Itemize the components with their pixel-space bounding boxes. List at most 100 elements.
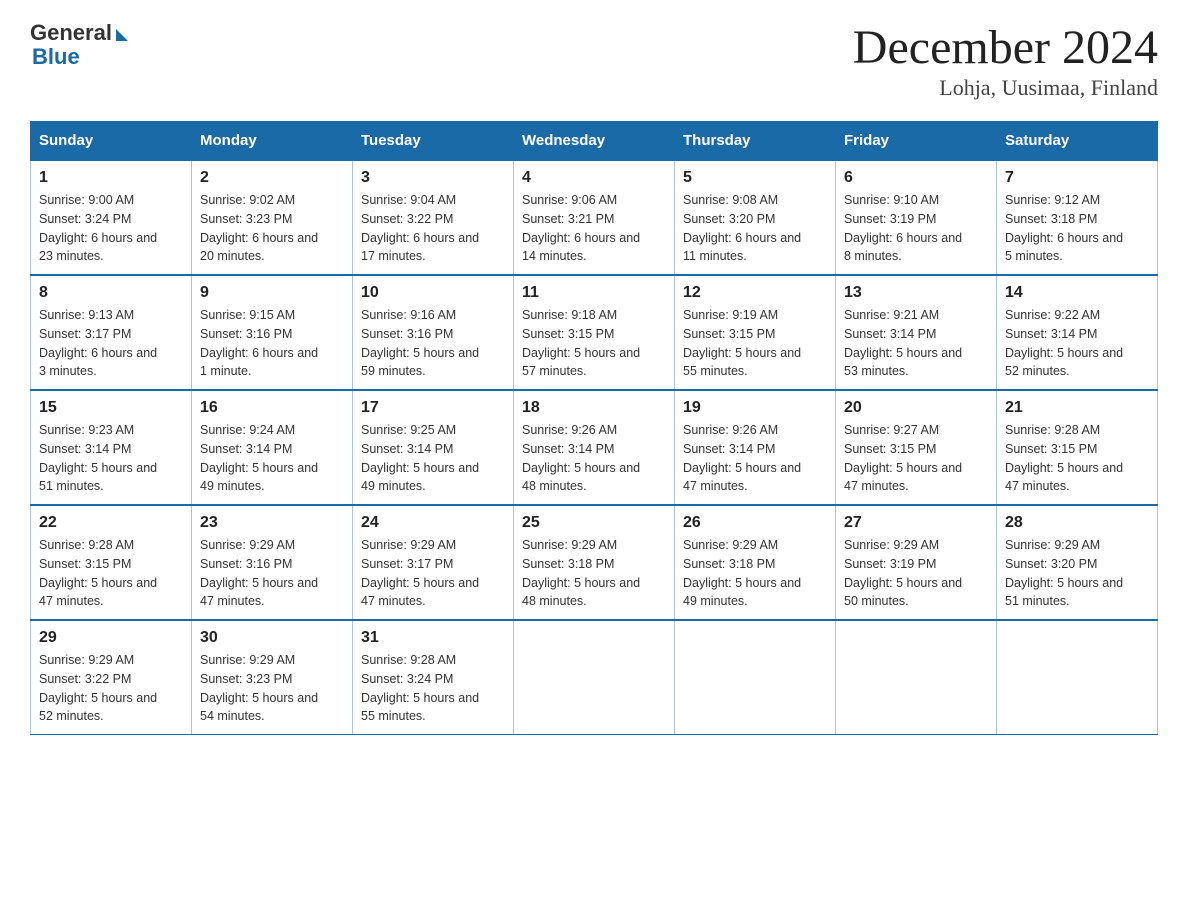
table-row: 26 Sunrise: 9:29 AM Sunset: 3:18 PM Dayl…	[675, 505, 836, 620]
day-detail: Sunrise: 9:19 AM Sunset: 3:15 PM Dayligh…	[683, 306, 827, 381]
col-sunday: Sunday	[31, 122, 192, 161]
day-number: 11	[522, 284, 666, 302]
day-number: 29	[39, 629, 183, 647]
table-row: 10 Sunrise: 9:16 AM Sunset: 3:16 PM Dayl…	[353, 275, 514, 390]
col-tuesday: Tuesday	[353, 122, 514, 161]
day-detail: Sunrise: 9:18 AM Sunset: 3:15 PM Dayligh…	[522, 306, 666, 381]
logo-arrow-icon	[116, 29, 128, 41]
table-row: 4 Sunrise: 9:06 AM Sunset: 3:21 PM Dayli…	[514, 160, 675, 275]
calendar-title: December 2024	[853, 20, 1158, 75]
day-detail: Sunrise: 9:02 AM Sunset: 3:23 PM Dayligh…	[200, 191, 344, 266]
day-detail: Sunrise: 9:27 AM Sunset: 3:15 PM Dayligh…	[844, 421, 988, 496]
day-detail: Sunrise: 9:29 AM Sunset: 3:23 PM Dayligh…	[200, 651, 344, 726]
day-number: 25	[522, 514, 666, 532]
day-number: 30	[200, 629, 344, 647]
day-detail: Sunrise: 9:26 AM Sunset: 3:14 PM Dayligh…	[522, 421, 666, 496]
day-detail: Sunrise: 9:06 AM Sunset: 3:21 PM Dayligh…	[522, 191, 666, 266]
col-friday: Friday	[836, 122, 997, 161]
col-monday: Monday	[192, 122, 353, 161]
day-number: 4	[522, 169, 666, 187]
day-number: 20	[844, 399, 988, 417]
col-saturday: Saturday	[997, 122, 1158, 161]
table-row: 18 Sunrise: 9:26 AM Sunset: 3:14 PM Dayl…	[514, 390, 675, 505]
table-row: 5 Sunrise: 9:08 AM Sunset: 3:20 PM Dayli…	[675, 160, 836, 275]
day-detail: Sunrise: 9:29 AM Sunset: 3:16 PM Dayligh…	[200, 536, 344, 611]
table-row	[675, 620, 836, 735]
day-detail: Sunrise: 9:29 AM Sunset: 3:17 PM Dayligh…	[361, 536, 505, 611]
logo: General Blue	[30, 20, 128, 70]
day-detail: Sunrise: 9:13 AM Sunset: 3:17 PM Dayligh…	[39, 306, 183, 381]
calendar-table: Sunday Monday Tuesday Wednesday Thursday…	[30, 121, 1158, 735]
table-row: 25 Sunrise: 9:29 AM Sunset: 3:18 PM Dayl…	[514, 505, 675, 620]
day-number: 13	[844, 284, 988, 302]
day-number: 19	[683, 399, 827, 417]
day-detail: Sunrise: 9:10 AM Sunset: 3:19 PM Dayligh…	[844, 191, 988, 266]
week-row-3: 15 Sunrise: 9:23 AM Sunset: 3:14 PM Dayl…	[31, 390, 1158, 505]
table-row: 22 Sunrise: 9:28 AM Sunset: 3:15 PM Dayl…	[31, 505, 192, 620]
table-row: 7 Sunrise: 9:12 AM Sunset: 3:18 PM Dayli…	[997, 160, 1158, 275]
day-number: 3	[361, 169, 505, 187]
day-detail: Sunrise: 9:29 AM Sunset: 3:19 PM Dayligh…	[844, 536, 988, 611]
day-number: 7	[1005, 169, 1149, 187]
day-number: 10	[361, 284, 505, 302]
table-row: 16 Sunrise: 9:24 AM Sunset: 3:14 PM Dayl…	[192, 390, 353, 505]
table-row: 29 Sunrise: 9:29 AM Sunset: 3:22 PM Dayl…	[31, 620, 192, 735]
day-detail: Sunrise: 9:23 AM Sunset: 3:14 PM Dayligh…	[39, 421, 183, 496]
week-row-1: 1 Sunrise: 9:00 AM Sunset: 3:24 PM Dayli…	[31, 160, 1158, 275]
week-row-4: 22 Sunrise: 9:28 AM Sunset: 3:15 PM Dayl…	[31, 505, 1158, 620]
table-row: 30 Sunrise: 9:29 AM Sunset: 3:23 PM Dayl…	[192, 620, 353, 735]
day-number: 24	[361, 514, 505, 532]
table-row	[997, 620, 1158, 735]
day-detail: Sunrise: 9:28 AM Sunset: 3:15 PM Dayligh…	[1005, 421, 1149, 496]
table-row: 6 Sunrise: 9:10 AM Sunset: 3:19 PM Dayli…	[836, 160, 997, 275]
week-row-5: 29 Sunrise: 9:29 AM Sunset: 3:22 PM Dayl…	[31, 620, 1158, 735]
day-detail: Sunrise: 9:25 AM Sunset: 3:14 PM Dayligh…	[361, 421, 505, 496]
table-row: 8 Sunrise: 9:13 AM Sunset: 3:17 PM Dayli…	[31, 275, 192, 390]
day-number: 8	[39, 284, 183, 302]
table-row	[514, 620, 675, 735]
table-row: 21 Sunrise: 9:28 AM Sunset: 3:15 PM Dayl…	[997, 390, 1158, 505]
table-row: 9 Sunrise: 9:15 AM Sunset: 3:16 PM Dayli…	[192, 275, 353, 390]
table-row: 24 Sunrise: 9:29 AM Sunset: 3:17 PM Dayl…	[353, 505, 514, 620]
day-number: 26	[683, 514, 827, 532]
table-row: 28 Sunrise: 9:29 AM Sunset: 3:20 PM Dayl…	[997, 505, 1158, 620]
logo-top: General	[30, 20, 128, 46]
day-detail: Sunrise: 9:28 AM Sunset: 3:24 PM Dayligh…	[361, 651, 505, 726]
day-detail: Sunrise: 9:24 AM Sunset: 3:14 PM Dayligh…	[200, 421, 344, 496]
day-number: 28	[1005, 514, 1149, 532]
table-row: 27 Sunrise: 9:29 AM Sunset: 3:19 PM Dayl…	[836, 505, 997, 620]
day-number: 18	[522, 399, 666, 417]
day-number: 9	[200, 284, 344, 302]
day-number: 16	[200, 399, 344, 417]
page-container: General Blue December 2024 Lohja, Uusima…	[30, 20, 1158, 735]
day-detail: Sunrise: 9:22 AM Sunset: 3:14 PM Dayligh…	[1005, 306, 1149, 381]
table-row: 3 Sunrise: 9:04 AM Sunset: 3:22 PM Dayli…	[353, 160, 514, 275]
table-row: 23 Sunrise: 9:29 AM Sunset: 3:16 PM Dayl…	[192, 505, 353, 620]
day-number: 21	[1005, 399, 1149, 417]
day-detail: Sunrise: 9:29 AM Sunset: 3:18 PM Dayligh…	[522, 536, 666, 611]
day-number: 5	[683, 169, 827, 187]
day-detail: Sunrise: 9:04 AM Sunset: 3:22 PM Dayligh…	[361, 191, 505, 266]
table-row: 14 Sunrise: 9:22 AM Sunset: 3:14 PM Dayl…	[997, 275, 1158, 390]
title-block: December 2024 Lohja, Uusimaa, Finland	[853, 20, 1158, 101]
day-detail: Sunrise: 9:16 AM Sunset: 3:16 PM Dayligh…	[361, 306, 505, 381]
day-number: 12	[683, 284, 827, 302]
day-number: 6	[844, 169, 988, 187]
day-number: 17	[361, 399, 505, 417]
day-number: 31	[361, 629, 505, 647]
day-number: 22	[39, 514, 183, 532]
day-detail: Sunrise: 9:21 AM Sunset: 3:14 PM Dayligh…	[844, 306, 988, 381]
table-row	[836, 620, 997, 735]
table-row: 19 Sunrise: 9:26 AM Sunset: 3:14 PM Dayl…	[675, 390, 836, 505]
table-row: 17 Sunrise: 9:25 AM Sunset: 3:14 PM Dayl…	[353, 390, 514, 505]
day-detail: Sunrise: 9:29 AM Sunset: 3:18 PM Dayligh…	[683, 536, 827, 611]
day-detail: Sunrise: 9:29 AM Sunset: 3:22 PM Dayligh…	[39, 651, 183, 726]
day-detail: Sunrise: 9:15 AM Sunset: 3:16 PM Dayligh…	[200, 306, 344, 381]
day-number: 14	[1005, 284, 1149, 302]
col-thursday: Thursday	[675, 122, 836, 161]
table-row: 1 Sunrise: 9:00 AM Sunset: 3:24 PM Dayli…	[31, 160, 192, 275]
day-detail: Sunrise: 9:08 AM Sunset: 3:20 PM Dayligh…	[683, 191, 827, 266]
header: General Blue December 2024 Lohja, Uusima…	[30, 20, 1158, 101]
day-detail: Sunrise: 9:29 AM Sunset: 3:20 PM Dayligh…	[1005, 536, 1149, 611]
header-row: Sunday Monday Tuesday Wednesday Thursday…	[31, 122, 1158, 161]
